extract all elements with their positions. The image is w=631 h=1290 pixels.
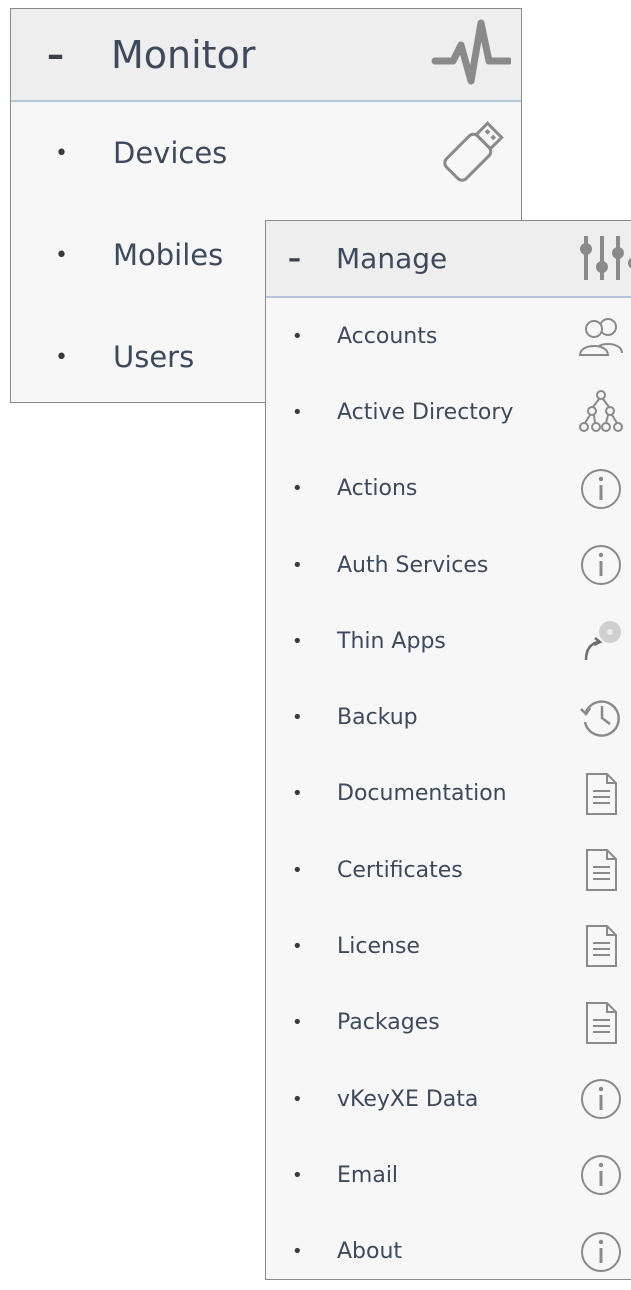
manage-menu: • Accounts • Active Directory • Actions …	[266, 298, 631, 1290]
manage-item-label: Documentation	[337, 781, 507, 807]
sliders-icon	[580, 236, 631, 280]
manage-item-vkeyxe-data[interactable]: • vKeyXE Data	[266, 1061, 631, 1137]
info-icon	[581, 1155, 621, 1196]
bullet: •	[292, 1164, 303, 1186]
bullet: •	[292, 936, 303, 958]
usb-drive-icon	[443, 121, 504, 182]
manage-item-label: About	[337, 1239, 403, 1265]
document-icon	[586, 849, 617, 892]
manage-item-label: Actions	[337, 476, 418, 502]
document-icon	[586, 1001, 617, 1044]
bullet: •	[292, 401, 303, 423]
info-icon	[581, 1078, 621, 1119]
bullet: •	[55, 140, 68, 166]
bullet: •	[292, 707, 303, 729]
manage-item-documentation[interactable]: • Documentation	[266, 756, 631, 832]
manage-item-packages[interactable]: • Packages	[266, 985, 631, 1061]
manage-item-label: Certificates	[337, 857, 463, 883]
manage-item-label: Backup	[337, 705, 418, 731]
bullet: •	[55, 242, 68, 268]
manage-item-label: vKeyXE Data	[337, 1086, 479, 1112]
manage-item-actions[interactable]: • Actions	[266, 451, 631, 527]
bullet: •	[292, 1012, 303, 1034]
manage-item-label: Auth Services	[337, 552, 489, 578]
manage-item-certificates[interactable]: • Certificates	[266, 832, 631, 908]
monitor-item-label: Users	[113, 340, 195, 374]
history-icon	[580, 700, 620, 738]
manage-panel: – Manage • Accounts • Active Directory •…	[265, 220, 631, 1280]
manage-item-label: Active Directory	[337, 399, 514, 425]
info-icon	[581, 544, 621, 585]
manage-item-active-directory[interactable]: • Active Directory	[266, 374, 631, 450]
info-icon	[581, 1231, 621, 1272]
bullet: •	[292, 1241, 303, 1263]
manage-item-about[interactable]: • About	[266, 1214, 631, 1290]
info-icon	[581, 468, 621, 509]
bullet: •	[292, 325, 303, 347]
monitor-header[interactable]: – Monitor	[11, 9, 521, 102]
monitor-title: Monitor	[111, 32, 256, 77]
manage-item-backup[interactable]: • Backup	[266, 679, 631, 755]
manage-header[interactable]: – Manage	[266, 221, 631, 298]
document-icon	[586, 772, 617, 815]
monitor-item-devices[interactable]: • Devices	[11, 102, 521, 204]
manage-item-label: Thin Apps	[337, 628, 446, 654]
monitor-item-label: Devices	[113, 136, 228, 170]
bullet: •	[292, 783, 303, 805]
bullet: •	[292, 554, 303, 576]
monitor-collapse-toggle[interactable]: –	[47, 35, 64, 75]
monitor-item-label: Mobiles	[113, 238, 224, 272]
manage-item-thin-apps[interactable]: • Thin Apps	[266, 603, 631, 679]
manage-item-label: Email	[337, 1162, 399, 1188]
hierarchy-icon	[579, 390, 623, 433]
manage-item-label: Accounts	[337, 323, 438, 349]
manage-title: Manage	[336, 242, 448, 275]
manage-item-license[interactable]: • License	[266, 908, 631, 984]
bullet: •	[55, 344, 68, 370]
manage-collapse-toggle[interactable]: –	[288, 244, 301, 274]
manage-item-auth-services[interactable]: • Auth Services	[266, 527, 631, 603]
manage-item-label: License	[337, 934, 420, 960]
manage-item-label: Packages	[337, 1010, 440, 1036]
bullet: •	[292, 859, 303, 881]
document-icon	[586, 925, 617, 968]
disc-arrow-icon	[584, 621, 621, 661]
bullet: •	[292, 478, 303, 500]
bullet: •	[292, 1088, 303, 1110]
bullet: •	[292, 630, 303, 652]
users-icon	[578, 318, 623, 356]
manage-item-accounts[interactable]: • Accounts	[266, 298, 631, 374]
manage-item-email[interactable]: • Email	[266, 1137, 631, 1213]
pulse-icon	[431, 19, 511, 85]
